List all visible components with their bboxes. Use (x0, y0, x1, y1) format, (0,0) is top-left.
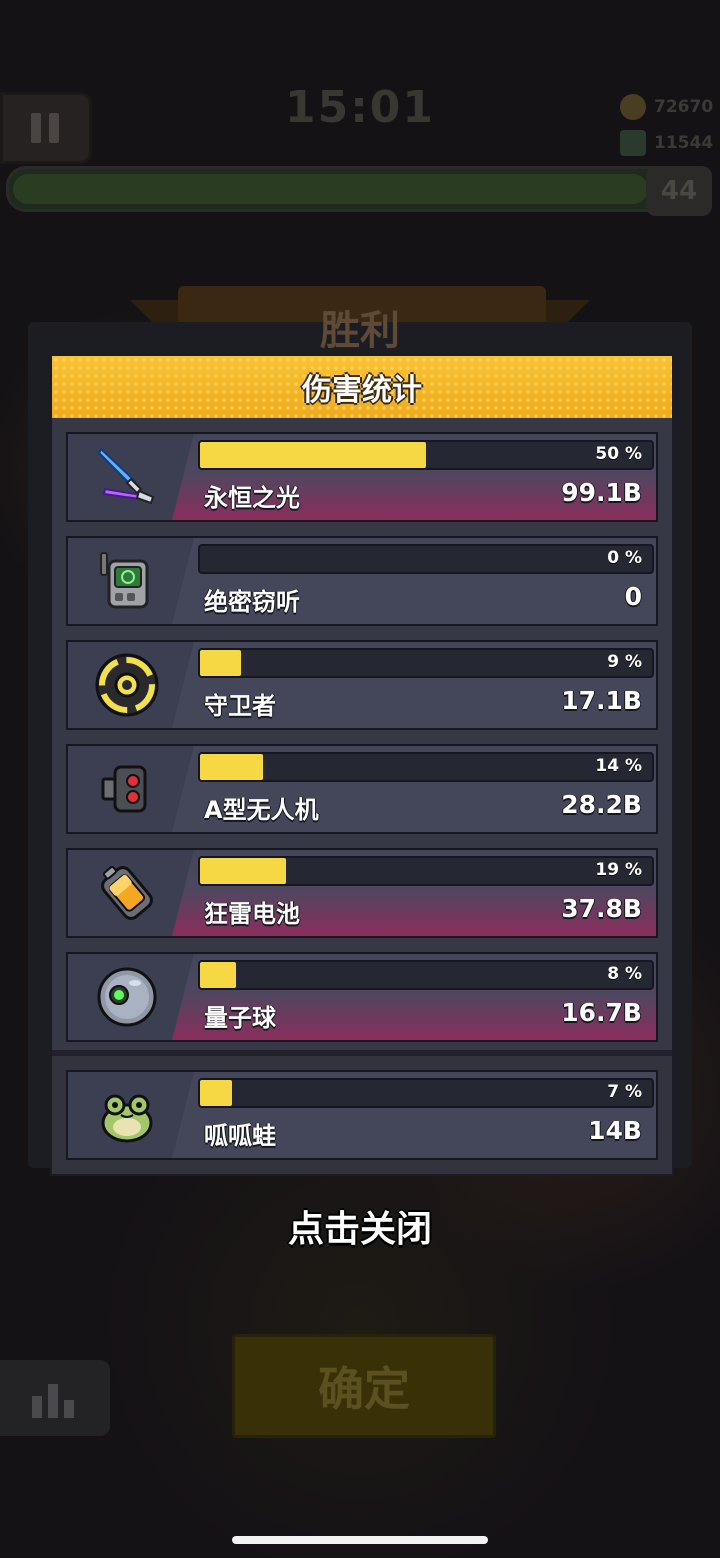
row-icon-slot (68, 538, 186, 624)
damage-row: 7 % 呱呱蛙 14B (66, 1070, 658, 1160)
stats-button[interactable] (0, 1360, 110, 1436)
coin-count: 72670 (654, 97, 714, 117)
damage-bar: 9 % (198, 648, 654, 678)
row-icon-slot (68, 954, 186, 1040)
row-icon-slot (68, 1072, 186, 1158)
damage-row: 50 % 永恒之光 99.1B (66, 432, 658, 522)
row-icon-slot (68, 642, 186, 728)
victory-title: 胜利 (320, 308, 400, 354)
gem-count: 11544 (654, 133, 714, 153)
row-icon-slot (68, 850, 186, 936)
damage-bar: 7 % (198, 1078, 654, 1108)
skill-name: 狂雷电池 (204, 900, 300, 928)
damage-bar: 14 % (198, 752, 654, 782)
confirm-button[interactable]: 确定 (232, 1334, 496, 1438)
damage-percent: 7 % (607, 1082, 642, 1102)
damage-row: 19 % 狂雷电池 37.8B (66, 848, 658, 938)
companion-section: 7 % 呱呱蛙 14B (52, 1056, 672, 1174)
damage-percent: 0 % (607, 548, 642, 568)
damage-bar-fill (200, 962, 237, 988)
tap-to-close-hint[interactable]: 点击关闭 (0, 1200, 720, 1252)
xp-bar-fill (13, 174, 648, 204)
damage-stats-panel: 伤害统计 50 % 永恒之光 99.1B 0 % 绝密窃听 0 9 % 守卫者 … (50, 354, 674, 1176)
drone-icon (101, 765, 147, 813)
row-info: 0 % 绝密窃听 0 (172, 538, 656, 624)
game-timer: 15:01 (284, 82, 436, 133)
damage-value: 16.7B (561, 998, 642, 1027)
skill-name: 绝密窃听 (204, 588, 300, 616)
damage-percent: 9 % (607, 652, 642, 672)
xp-bar (6, 166, 702, 212)
row-info: 7 % 呱呱蛙 14B (172, 1072, 656, 1158)
damage-bar-fill (200, 754, 264, 780)
guardian-shield-icon (95, 653, 159, 717)
radio-device-icon (100, 552, 149, 609)
row-info: 14 % A型无人机 28.2B (172, 746, 656, 832)
skill-name: 永恒之光 (204, 484, 300, 512)
coin-counter: 72670 (620, 92, 713, 122)
damage-bar: 19 % (198, 856, 654, 886)
damage-row: 0 % 绝密窃听 0 (66, 536, 658, 626)
damage-percent: 50 % (595, 444, 642, 464)
row-icon-slot (68, 434, 186, 520)
skill-name: 呱呱蛙 (204, 1122, 276, 1150)
damage-bar: 50 % (198, 440, 654, 470)
damage-value: 17.1B (561, 686, 642, 715)
damage-percent: 14 % (595, 756, 642, 776)
damage-value: 28.2B (561, 790, 642, 819)
battery-icon (101, 865, 153, 920)
damage-value: 37.8B (561, 894, 642, 923)
damage-bar-fill (200, 1080, 232, 1106)
gem-counter: 11544 (620, 128, 713, 158)
damage-value: 0 (624, 582, 642, 611)
damage-bar: 8 % (198, 960, 654, 990)
damage-list[interactable]: 50 % 永恒之光 99.1B 0 % 绝密窃听 0 9 % 守卫者 17.1B… (52, 418, 672, 1050)
bar-chart-icon-bar (48, 1384, 58, 1418)
row-info: 8 % 量子球 16.7B (172, 954, 656, 1040)
row-icon-slot (68, 746, 186, 832)
damage-row: 8 % 量子球 16.7B (66, 952, 658, 1042)
skill-name: 守卫者 (204, 692, 276, 720)
row-info: 50 % 永恒之光 99.1B (172, 434, 656, 520)
frog-icon (101, 1094, 153, 1143)
damage-percent: 19 % (595, 860, 642, 880)
skill-name: A型无人机 (204, 796, 319, 824)
damage-bar-fill (200, 650, 241, 676)
level-badge: 44 (646, 166, 712, 216)
damage-value: 14B (588, 1116, 642, 1145)
home-indicator[interactable] (232, 1536, 488, 1544)
bar-chart-icon-bar (64, 1400, 74, 1418)
dual-swords-icon (97, 447, 155, 505)
damage-stats-title: 伤害统计 (302, 373, 422, 408)
damage-percent: 8 % (607, 964, 642, 984)
damage-row: 9 % 守卫者 17.1B (66, 640, 658, 730)
skill-name: 量子球 (204, 1004, 276, 1032)
damage-bar: 0 % (198, 544, 654, 574)
gem-icon (620, 130, 646, 156)
damage-row: 14 % A型无人机 28.2B (66, 744, 658, 834)
damage-bar-fill (200, 858, 286, 884)
row-info: 9 % 守卫者 17.1B (172, 642, 656, 728)
bar-chart-icon (32, 1396, 42, 1418)
coin-icon (620, 94, 646, 120)
damage-stats-header: 伤害统计 (52, 356, 672, 418)
quantum-orb-icon (97, 967, 157, 1027)
damage-value: 99.1B (561, 478, 642, 507)
damage-bar-fill (200, 442, 426, 468)
row-info: 19 % 狂雷电池 37.8B (172, 850, 656, 936)
